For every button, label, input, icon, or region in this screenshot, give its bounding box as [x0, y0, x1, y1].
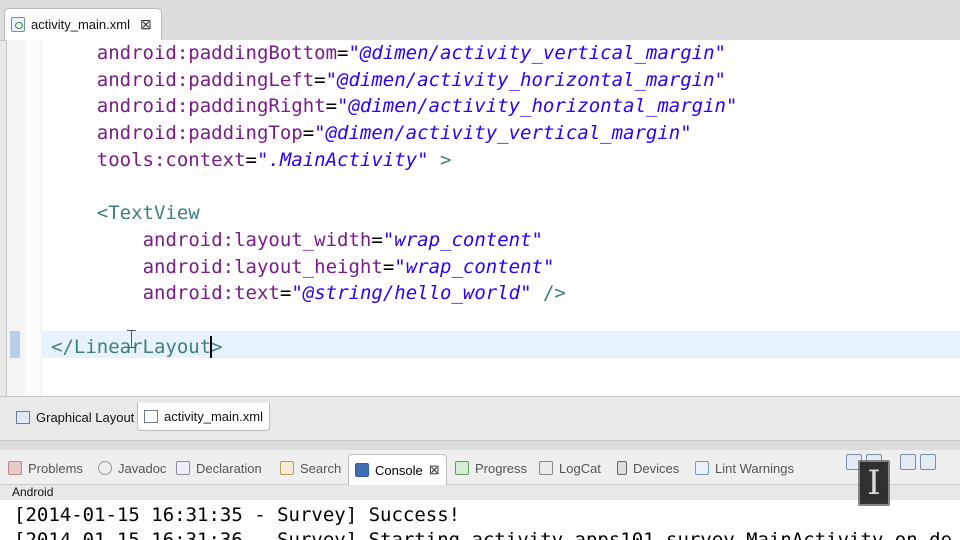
- console-icon: [355, 463, 369, 477]
- xml-equals: =: [302, 122, 315, 145]
- xml-equals: =: [337, 42, 349, 64]
- problems-icon: [8, 461, 22, 475]
- tab-label: Problems: [28, 460, 83, 476]
- xml-attribute: android:paddingRight: [96, 95, 326, 118]
- tab-graphical-layout[interactable]: Graphical Layout: [10, 403, 140, 431]
- code-line: android:layout_height="wrap_content": [143, 254, 555, 281]
- xml-attribute: tools:context: [96, 148, 246, 171]
- logcat-icon: [539, 461, 553, 475]
- xml-value: "@dimen/activity_vertical_margin": [314, 122, 692, 145]
- mouse-ibeam-cursor: [127, 330, 136, 348]
- code-line: tools:context=".MainActivity" >: [97, 147, 452, 174]
- tab-label: Search: [300, 460, 342, 476]
- tab-label: Declaration: [196, 460, 262, 476]
- tab-label: activity_main.xml: [164, 409, 263, 424]
- console-output[interactable]: [2014-01-15 16:31:35 - Survey] Success! …: [0, 500, 960, 540]
- tab-label: Console: [375, 462, 423, 478]
- xml-value: "@dimen/activity_horizontal_margin": [325, 68, 726, 91]
- tab-label: Devices: [633, 460, 680, 476]
- layout-icon: [16, 410, 30, 424]
- tab-lint-warnings[interactable]: Lint Warnings: [695, 455, 794, 481]
- xml-tag: <TextView: [96, 202, 200, 225]
- javadoc-icon: [98, 461, 112, 475]
- tab-console[interactable]: Console ⊠: [348, 454, 447, 485]
- editor-folding-ruler: [25, 40, 42, 396]
- display-console-icon[interactable]: [920, 454, 936, 470]
- code-line: android:layout_width="wrap_content": [143, 227, 543, 254]
- tab-javadoc[interactable]: Javadoc: [98, 455, 166, 481]
- xml-attribute: android:text: [142, 282, 280, 305]
- views-tab-bar: Problems Javadoc Declaration Search Cons…: [0, 450, 960, 485]
- xml-value: "@string/hello_world": [291, 282, 532, 305]
- code-line: android:paddingLeft="@dimen/activity_hor…: [97, 67, 726, 94]
- tab-devices[interactable]: Devices: [617, 455, 679, 481]
- tab-label: Lint Warnings: [715, 460, 794, 476]
- search-icon: [280, 461, 294, 475]
- xml-file-icon: [11, 17, 25, 32]
- xml-attribute: android:paddingTop: [96, 122, 303, 145]
- code-line: android:paddingBottom="@dimen/activity_v…: [97, 40, 726, 67]
- logo-watermark: I: [858, 460, 890, 506]
- editor-mode-tabs: Graphical Layout activity_main.xml: [0, 396, 960, 441]
- xml-tag-end: >: [428, 148, 452, 171]
- xml-attribute: android:layout_width: [142, 228, 372, 251]
- console-line: [2014-01-15 16:31:36 - Survey] Starting …: [14, 529, 952, 540]
- progress-icon: [455, 461, 469, 475]
- xml-value: "wrap_content": [382, 228, 543, 251]
- tab-label: Progress: [475, 460, 528, 476]
- declaration-icon: [176, 461, 190, 475]
- code-line: android:paddingRight="@dimen/activity_ho…: [97, 93, 738, 120]
- editor-tab-label: activity_main.xml: [31, 17, 130, 32]
- xml-equals: =: [314, 68, 326, 91]
- lint-icon: [695, 461, 709, 475]
- xml-equals: =: [245, 148, 257, 171]
- code-line: </LinearLayout>: [51, 334, 223, 361]
- tab-declaration[interactable]: Declaration: [176, 455, 262, 481]
- xml-value: ".MainActivity": [256, 148, 429, 171]
- xml-value: "@dimen/activity_horizontal_margin": [337, 95, 738, 118]
- code-line: <TextView: [97, 200, 200, 227]
- devices-icon: [617, 461, 627, 475]
- xml-file-icon: [144, 410, 158, 423]
- console-line: [2014-01-15 16:31:35 - Survey] Success!: [14, 504, 461, 526]
- tab-progress[interactable]: Progress: [455, 455, 527, 481]
- console-name: Android: [12, 485, 54, 499]
- editor-tab-bar: activity_main.xml ⊠: [0, 0, 960, 41]
- xml-equals: =: [382, 255, 395, 278]
- tab-xml-source[interactable]: activity_main.xml: [137, 403, 270, 431]
- editor-tab-activity-main[interactable]: activity_main.xml ⊠: [4, 8, 162, 40]
- xml-attribute: android:layout_height: [142, 255, 383, 278]
- xml-value: "wrap_content": [394, 255, 555, 278]
- tab-search[interactable]: Search: [280, 455, 341, 481]
- tab-label: Graphical Layout: [36, 409, 135, 425]
- xml-equals: =: [325, 95, 338, 118]
- xml-equals: =: [371, 228, 383, 251]
- xml-value: "@dimen/activity_vertical_margin": [348, 42, 726, 64]
- open-console-icon[interactable]: [900, 454, 916, 470]
- tab-problems[interactable]: Problems: [8, 455, 83, 481]
- code-line: android:paddingTop="@dimen/activity_vert…: [97, 120, 692, 147]
- tab-label: Javadoc: [118, 460, 167, 476]
- gutter-marker: [10, 331, 20, 358]
- xml-attribute: android:paddingLeft: [96, 68, 315, 91]
- xml-attribute: android:paddingBottom: [96, 42, 338, 64]
- tab-logcat[interactable]: LogCat: [539, 455, 601, 481]
- code-line: android:text="@string/hello_world" />: [143, 280, 566, 307]
- tab-label: LogCat: [559, 460, 601, 476]
- close-icon[interactable]: ⊠: [429, 462, 440, 478]
- xml-tag-end: />: [531, 282, 566, 305]
- close-icon[interactable]: ⊠: [140, 16, 152, 33]
- code-editor[interactable]: android:paddingBottom="@dimen/activity_v…: [6, 40, 960, 396]
- xml-equals: =: [279, 282, 292, 305]
- xml-tag: >: [211, 335, 223, 358]
